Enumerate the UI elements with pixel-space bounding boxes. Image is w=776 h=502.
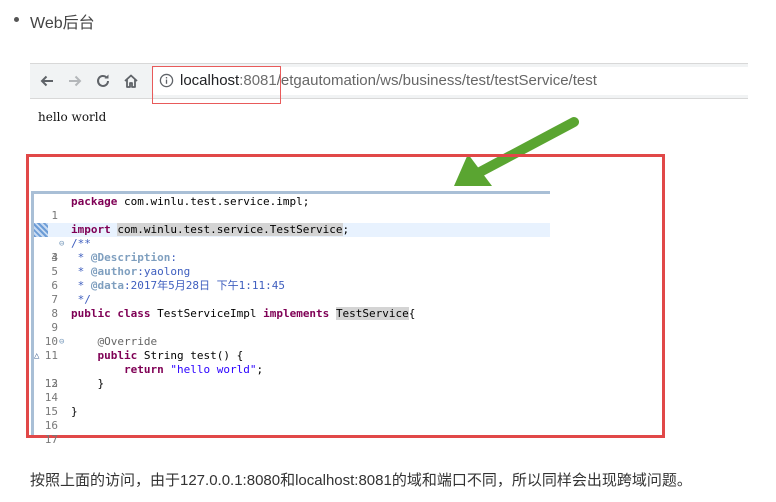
code-line: 6 * @author:yaolong [34,265,550,292]
code-line: 11 ⊖ @Override [34,335,550,362]
code-line: 16 } [34,405,550,432]
override-marker-icon[interactable]: △ [34,349,39,363]
line-number: 17 [44,433,58,446]
code-line: 9 public class TestServiceImpl implement… [34,307,550,334]
url-path: /etgautomation/ws/business/test/testServ… [276,72,597,89]
code-editor[interactable]: 1 package com.winlu.test.service.impl; 2… [34,194,550,446]
code-line: 4 ⊖ /** [34,237,550,264]
url-text[interactable]: localhost:8081/etgautomation/ws/business… [180,72,597,90]
back-button[interactable] [35,69,59,93]
code-text: } [71,377,105,390]
code-line: 13 return "hello world"; [34,363,550,390]
reload-icon [97,74,109,87]
code-text: } [71,405,78,418]
home-button[interactable] [119,69,143,93]
code-line: 14 } [34,377,550,404]
info-circle-icon[interactable] [159,73,174,88]
fold-toggle-icon[interactable]: ⊖ [59,335,64,349]
fold-toggle-icon[interactable]: ⊖ [59,237,64,251]
code-text: import com.winlu.test.service.TestServic… [71,223,350,236]
code-line: 5 * @Description: [34,251,550,278]
address-bar[interactable]: localhost:8081/etgautomation/ws/business… [153,67,753,95]
code-text: /** [71,237,91,250]
forward-button[interactable] [63,69,87,93]
caption-text: 按照上面的访问，由于127.0.0.1:8080和localhost:8081的… [30,472,692,489]
home-icon [124,74,138,88]
code-text: @Override [71,335,158,348]
arrow-left-icon [40,75,53,87]
url-host: localhost [180,72,240,89]
section-heading: Web后台 [30,15,95,32]
code-line: △ 12 public String test() { [34,349,550,390]
code-line: 1 package com.winlu.test.service.impl; [34,195,550,222]
code-line-current: 3 import com.winlu.test.service.TestServ… [34,223,550,264]
code-text: package com.winlu.test.service.impl; [71,195,310,208]
page-response-text: hello world [38,110,107,124]
bullet-point [14,17,19,22]
bookmark-marker [34,223,48,237]
code-line: 10 [34,321,550,348]
code-text: public class TestServiceImpl implements … [71,307,416,320]
code-text: * @data:2017年5月28日 下午1:11:45 [71,279,285,292]
code-line: 7 * @data:2017年5月28日 下午1:11:45 [34,279,550,306]
arrow-right-icon [69,75,82,87]
reload-button[interactable] [91,69,115,93]
code-line: 2 [34,209,550,236]
code-line: 17 [34,419,550,446]
browser-toolbar: localhost:8081/etgautomation/ws/business… [30,63,753,104]
code-text: */ [71,293,91,306]
code-text: * @author:yaolong [71,265,191,278]
code-text: * @Description: [71,251,177,264]
code-line: 15 [34,391,550,418]
url-port: :8081 [239,72,277,89]
code-text: public String test() { [97,349,244,362]
code-text: return "hello world"; [123,363,264,376]
code-line: 8 */ [34,293,550,320]
